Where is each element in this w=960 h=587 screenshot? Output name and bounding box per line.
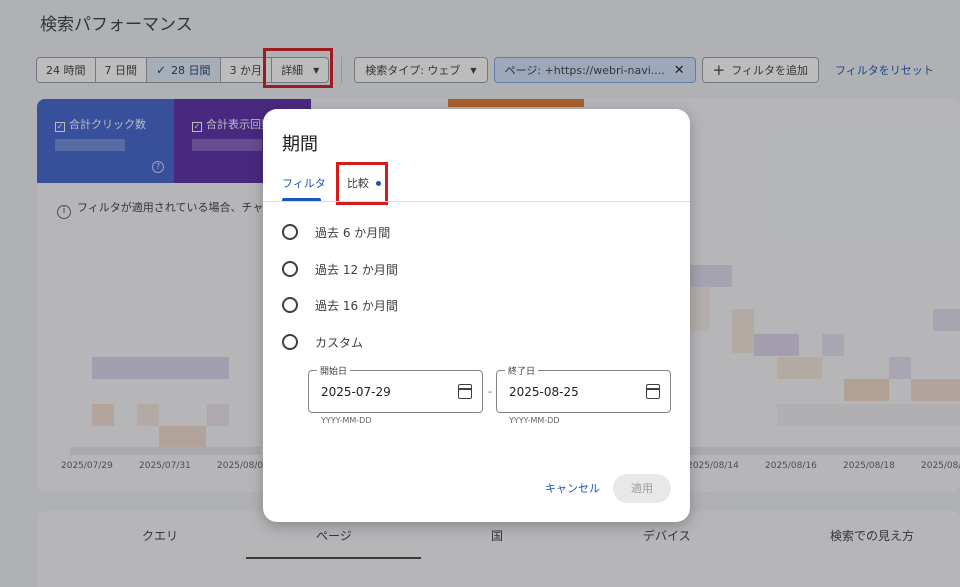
option-6-months[interactable]: 過去 6 か月間 [282, 222, 390, 242]
start-date-value[interactable]: 2025-07-29 [321, 385, 391, 399]
radio-button[interactable] [282, 261, 298, 277]
start-date-hint: YYYY-MM-DD [321, 416, 372, 425]
option-label: 過去 12 か月間 [315, 262, 398, 277]
compare-highlight-box [336, 162, 388, 205]
date-separator: - [488, 385, 492, 398]
option-12-months[interactable]: 過去 12 か月間 [282, 259, 398, 279]
end-date-value[interactable]: 2025-08-25 [509, 385, 579, 399]
option-label: 過去 16 か月間 [315, 298, 398, 313]
cancel-button[interactable]: キャンセル [545, 480, 600, 496]
calendar-icon[interactable] [458, 384, 472, 399]
apply-button[interactable]: 適用 [613, 474, 671, 503]
tab-filter[interactable]: フィルタ [282, 175, 326, 191]
option-16-months[interactable]: 過去 16 か月間 [282, 295, 398, 315]
radio-button[interactable] [282, 334, 298, 350]
radio-button[interactable] [282, 297, 298, 313]
end-date-label: 終了日 [505, 364, 539, 377]
end-date-hint: YYYY-MM-DD [509, 416, 560, 425]
option-custom[interactable]: カスタム [282, 332, 363, 352]
calendar-icon[interactable] [646, 384, 660, 399]
start-date-field[interactable]: 開始日 2025-07-29 [308, 364, 483, 413]
tab-divider [263, 201, 690, 202]
end-date-field[interactable]: 終了日 2025-08-25 [496, 364, 671, 413]
option-label: カスタム [315, 335, 364, 350]
date-range-dialog: 期間 フィルタ 比較 過去 6 か月間 過去 12 か月間 過去 16 か月間 … [263, 109, 690, 522]
radio-button[interactable] [282, 224, 298, 240]
option-label: 過去 6 か月間 [315, 225, 391, 240]
start-date-label: 開始日 [317, 364, 351, 377]
dialog-title: 期間 [282, 134, 318, 155]
